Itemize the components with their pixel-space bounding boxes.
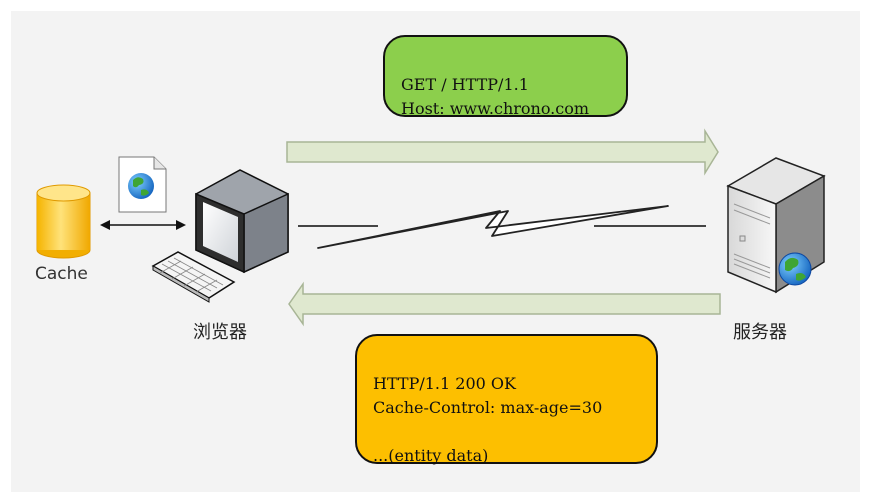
- cache-browser-double-arrow: [100, 220, 186, 230]
- request-line: GET / HTTP/1.1: [401, 75, 529, 94]
- response-arrow: [288, 281, 721, 327]
- response-entity-body: ...(entity data): [373, 446, 489, 465]
- cache-database-icon: [36, 184, 91, 259]
- server-label: 服务器: [733, 322, 787, 343]
- server-icon: [726, 157, 826, 294]
- network-connection: [298, 205, 706, 249]
- web-document-icon: [118, 156, 167, 213]
- cache-label: Cache: [35, 264, 88, 284]
- request-host-header: Host: www.chrono.com: [401, 99, 590, 118]
- response-status-line: HTTP/1.1 200 OK: [373, 374, 516, 393]
- response-message-bubble: HTTP/1.1 200 OK Cache-Control: max-age=30…: [355, 334, 658, 465]
- browser-computer-icon: [151, 169, 289, 303]
- request-message-bubble: GET / HTTP/1.1 Host: www.chrono.com: [383, 35, 628, 118]
- browser-label: 浏览器: [193, 322, 247, 343]
- response-cache-control-header: Cache-Control: max-age=30: [373, 398, 603, 417]
- response-blank-line: [373, 420, 640, 444]
